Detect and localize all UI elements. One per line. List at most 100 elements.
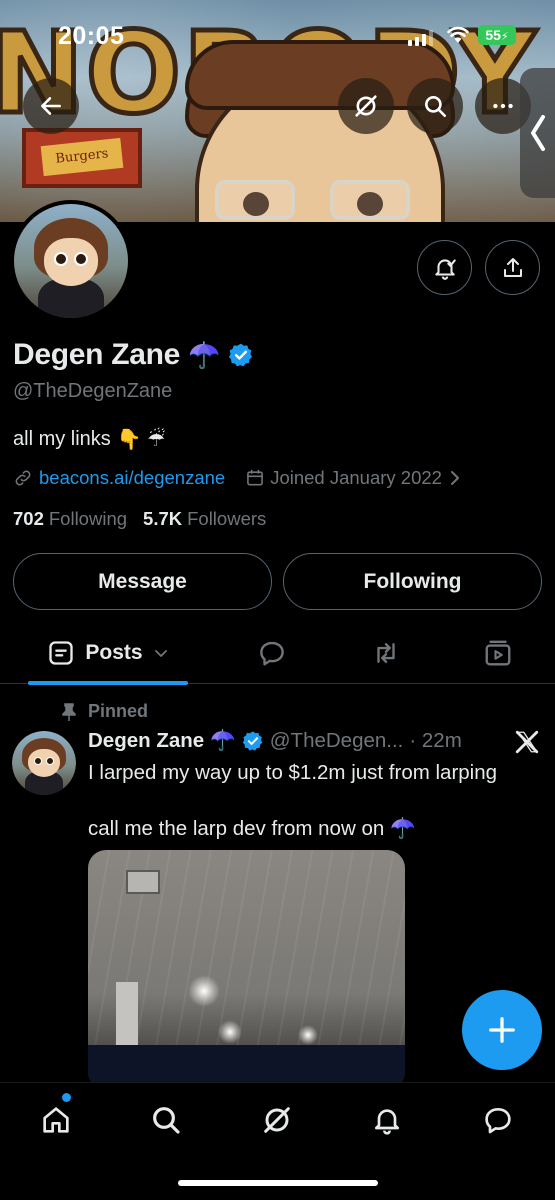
notification-bell-icon <box>434 258 456 280</box>
tweet-body[interactable]: I larped my way up to $1.2m just from la… <box>88 759 528 843</box>
media-vent <box>126 870 160 894</box>
home-unread-dot <box>62 1093 71 1102</box>
banner-character-glasses <box>215 180 295 220</box>
profile-tabs: Posts <box>0 622 555 685</box>
followers-label: Followers <box>187 508 267 529</box>
tab-replies[interactable] <box>242 622 302 684</box>
joined-date[interactable]: Joined January 2022 <box>270 467 442 489</box>
status-time: 20:05 <box>58 22 125 50</box>
tweet-author-emoji: ☂️ <box>210 729 236 752</box>
link-icon <box>15 470 31 486</box>
side-panel-tab[interactable] <box>520 68 555 198</box>
tweet-author-name[interactable]: Degen Zane <box>88 729 204 753</box>
chevron-left-icon <box>530 115 545 151</box>
follow-stats: 702 Following 5.7K Followers <box>13 508 266 530</box>
compose-button[interactable] <box>462 990 542 1070</box>
tweet-header: Degen Zane ☂️ @TheDegen... · 22m <box>88 729 462 753</box>
banner-character-glasses <box>330 180 410 220</box>
wifi-icon <box>447 26 469 43</box>
pinned-label: Pinned <box>88 701 149 721</box>
more-icon <box>493 103 513 109</box>
avatar-eye <box>74 252 88 266</box>
reply-icon <box>260 641 284 666</box>
verified-badge-icon[interactable] <box>228 342 254 368</box>
nav-grok[interactable] <box>247 1098 307 1142</box>
grok-icon <box>264 1107 290 1133</box>
status-bar: 20:05 55⚡ <box>0 0 555 70</box>
followers-count: 5.7K <box>143 508 183 529</box>
active-tab-indicator <box>28 681 188 685</box>
x-logo-icon <box>515 730 539 754</box>
profile-handle: @TheDegenZane <box>13 380 173 402</box>
tab-posts[interactable]: Posts <box>28 622 188 684</box>
search-icon <box>153 1107 180 1134</box>
posts-icon <box>49 641 74 665</box>
plus-icon <box>489 1017 515 1043</box>
back-arrow-icon <box>41 97 61 115</box>
grok-icon <box>355 95 377 117</box>
nav-home[interactable] <box>26 1098 86 1142</box>
calendar-icon <box>247 469 264 486</box>
name-emoji: ☂️ <box>188 339 221 370</box>
battery-indicator: 55⚡ <box>478 25 516 45</box>
profile-avatar[interactable] <box>10 200 132 322</box>
share-icon <box>503 257 522 277</box>
cellular-signal-icon <box>408 30 433 46</box>
pin-icon <box>62 702 76 721</box>
notifications-icon <box>375 1109 399 1135</box>
repost-icon <box>377 643 395 663</box>
battery-level: 55 <box>485 27 501 43</box>
media-light <box>218 1020 242 1044</box>
media-light <box>298 1025 318 1045</box>
share-profile-button[interactable] <box>485 240 540 295</box>
tweet-line-1: I larped my way up to $1.2m just from la… <box>88 761 498 784</box>
profile-bio: all my links 👇 ☔ <box>13 427 165 452</box>
pinned-indicator: Pinned <box>60 701 148 722</box>
bio-emoji: 👇 ☔ <box>116 429 166 451</box>
search-button[interactable] <box>407 78 463 134</box>
bio-text: all my links <box>13 428 111 450</box>
following-button[interactable]: Following <box>283 553 542 610</box>
display-name-row: Degen Zane ☂️ <box>13 338 254 372</box>
tweet-line-2-emoji: ☂️ <box>390 817 416 840</box>
tweet-author-handle[interactable]: @TheDegen... <box>270 729 404 753</box>
profile-meta: beacons.ai/degenzane Joined January 2022 <box>13 467 462 489</box>
notifications-toggle-button[interactable] <box>417 240 472 295</box>
verified-badge-icon <box>242 731 263 751</box>
banner-sign-text: Burgers <box>40 137 124 177</box>
tweet-media-image[interactable] <box>88 850 405 1090</box>
tweet-line-2-row: call me the larp dev from now on ☂️ <box>88 815 528 843</box>
tweet-author-avatar[interactable] <box>12 731 76 795</box>
tab-media[interactable] <box>468 622 528 684</box>
nav-notifications[interactable] <box>357 1098 417 1142</box>
tweet-avatar-image <box>12 731 76 795</box>
following-stat[interactable]: 702 Following <box>13 508 127 530</box>
message-button[interactable]: Message <box>13 553 272 610</box>
avatar-image <box>14 204 128 318</box>
nav-search[interactable] <box>136 1098 196 1142</box>
avatar-eye <box>46 757 54 765</box>
profile-link[interactable]: beacons.ai/degenzane <box>39 467 225 489</box>
tweet-timestamp: · 22m <box>409 729 462 752</box>
messages-icon <box>485 1108 511 1134</box>
back-button[interactable] <box>23 78 79 134</box>
tab-reposts[interactable] <box>356 622 416 684</box>
tab-posts-label: Posts <box>85 641 143 664</box>
nav-messages[interactable] <box>468 1098 528 1142</box>
search-icon <box>425 96 447 118</box>
banner-sign: Burgers <box>22 128 142 188</box>
avatar-face <box>44 238 98 286</box>
following-label: Following <box>48 508 128 529</box>
avatar-eye <box>34 757 42 765</box>
chevron-right-icon <box>450 471 459 485</box>
avatar-face <box>28 749 60 777</box>
following-count: 702 <box>13 508 44 529</box>
avatar-eye <box>54 252 68 266</box>
media-light <box>188 975 220 1007</box>
followers-stat[interactable]: 5.7K Followers <box>143 508 266 530</box>
home-icon <box>43 1107 69 1133</box>
media-icon <box>485 640 511 666</box>
tweet-line-2: call me the larp dev from now on <box>88 817 385 840</box>
grok-button[interactable] <box>338 78 394 134</box>
home-indicator[interactable] <box>178 1180 378 1186</box>
